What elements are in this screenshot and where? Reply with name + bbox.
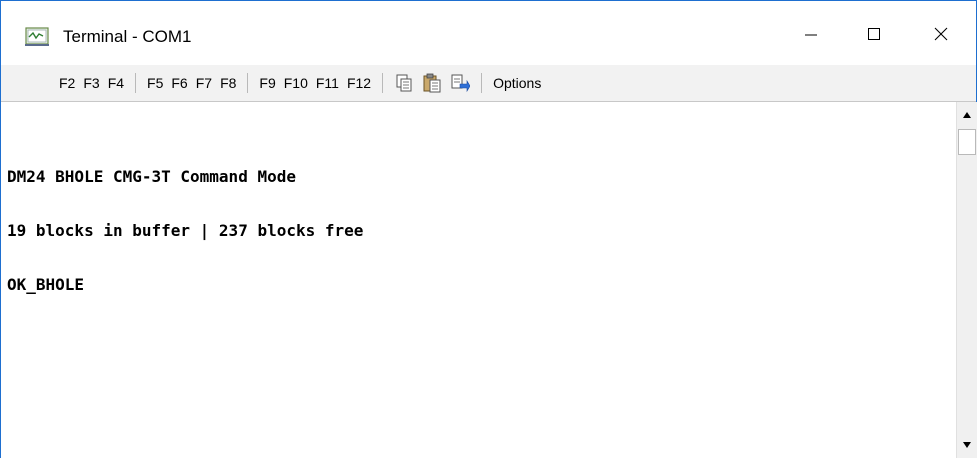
send-file-icon[interactable] <box>448 72 472 94</box>
toolbar-separator <box>247 73 249 93</box>
terminal-window: Terminal - COM1 F2 F3 F4 F5 F6 F7 F8 F9 … <box>0 0 977 458</box>
f8-button[interactable]: F8 <box>216 65 240 101</box>
paste-icon[interactable] <box>420 72 444 94</box>
options-button[interactable]: Options <box>489 65 545 101</box>
toolbar: F2 F3 F4 F5 F6 F7 F8 F9 F10 F11 F12 Opti… <box>1 65 976 102</box>
function-keys-group-3: F9 F10 F11 F12 <box>255 65 375 101</box>
scroll-thumb[interactable] <box>958 129 976 155</box>
terminal-app-icon <box>25 27 49 47</box>
arrow-up-icon <box>962 106 972 124</box>
toolbar-separator <box>481 73 483 93</box>
terminal-line: 19 blocks in buffer | 237 blocks free <box>7 221 364 240</box>
scroll-down-button[interactable] <box>957 432 977 458</box>
maximize-icon <box>867 27 881 46</box>
window-title: Terminal - COM1 <box>63 27 192 46</box>
terminal-output[interactable]: DM24 BHOLE CMG-3T Command Mode 19 blocks… <box>1 102 956 458</box>
copy-icon[interactable] <box>392 72 416 94</box>
close-icon <box>933 26 949 47</box>
vertical-scrollbar[interactable] <box>956 102 977 458</box>
toolbar-separator <box>382 73 384 93</box>
clipboard-group <box>390 65 474 101</box>
f3-button[interactable]: F3 <box>79 65 103 101</box>
scroll-up-button[interactable] <box>957 102 977 128</box>
f7-button[interactable]: F7 <box>192 65 216 101</box>
f9-button[interactable]: F9 <box>255 65 279 101</box>
f4-button[interactable]: F4 <box>104 65 128 101</box>
function-keys-group-1: F2 F3 F4 <box>55 65 128 101</box>
function-keys-group-2: F5 F6 F7 F8 <box>143 65 240 101</box>
minimize-icon <box>804 27 818 46</box>
f12-button[interactable]: F12 <box>343 65 375 101</box>
toolbar-separator <box>135 73 137 93</box>
terminal-line: DM24 BHOLE CMG-3T Command Mode <box>7 167 296 186</box>
f5-button[interactable]: F5 <box>143 65 167 101</box>
f11-button[interactable]: F11 <box>312 65 343 101</box>
arrow-down-icon <box>962 436 972 454</box>
title-bar[interactable]: Terminal - COM1 <box>1 1 976 65</box>
maximize-button[interactable] <box>839 11 909 61</box>
f2-button[interactable]: F2 <box>55 65 79 101</box>
f10-button[interactable]: F10 <box>280 65 312 101</box>
minimize-button[interactable] <box>776 11 846 61</box>
terminal-line: OK_BHOLE <box>7 275 85 294</box>
f6-button[interactable]: F6 <box>167 65 191 101</box>
close-button[interactable] <box>906 11 976 61</box>
terminal-text: DM24 BHOLE CMG-3T Command Mode 19 blocks… <box>7 132 363 330</box>
